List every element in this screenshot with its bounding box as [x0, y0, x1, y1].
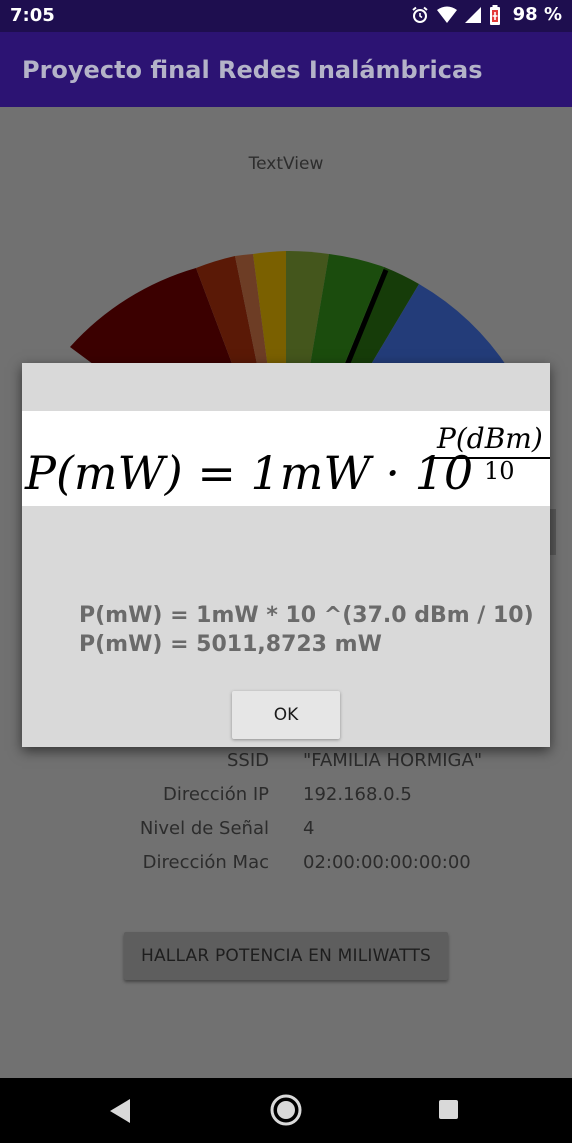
formula-numerator: P(dBm) [436, 422, 543, 455]
status-bar: 7:05 98 % [0, 0, 572, 32]
info-row-signal: Nivel de Señal 4 [0, 818, 572, 848]
formula-denominator: 10 [484, 457, 515, 485]
formula-graphic: P(mW) = 1mW · 10 P(dBm) 10 [24, 422, 550, 500]
back-icon[interactable] [108, 1098, 132, 1124]
result-dialog: P(mW) = 1mW · 10 P(dBm) 10 P(mW) = 1mW *… [22, 363, 550, 747]
app-title: Proyecto final Redes Inalámbricas [22, 56, 483, 84]
signal-icon [464, 6, 481, 23]
info-label: Dirección IP [162, 784, 269, 805]
dialog-line-2: P(mW) = 5011,8723 mW [79, 632, 382, 657]
formula-image: P(mW) = 1mW · 10 P(dBm) 10 [22, 411, 550, 506]
background-widget-edge [550, 509, 556, 555]
formula-lhs: P(mW) = 1mW · 10 [24, 446, 473, 500]
recents-icon[interactable] [439, 1100, 458, 1119]
info-row-ssid: SSID "FAMILIA HORMIGA" [0, 750, 572, 780]
info-row-mac: Dirección Mac 02:00:00:00:00:00 [0, 852, 572, 882]
dialog-message: P(mW) = 1mW * 10 ^(37.0 dBm / 10) P(mW) … [79, 601, 534, 659]
battery-percent: 98 % [512, 4, 562, 25]
status-icons: 98 % [411, 4, 562, 25]
find-milliwatts-button[interactable]: HALLAR POTENCIA EN MILIWATTS [124, 932, 448, 980]
info-row-ip: Dirección IP 192.168.0.5 [0, 784, 572, 814]
alarm-icon [412, 6, 428, 23]
nav-bar [0, 1078, 572, 1143]
info-label: Dirección Mac [142, 852, 269, 873]
info-label: Nivel de Señal [139, 818, 269, 839]
wifi-icon [436, 6, 457, 23]
info-value: 4 [303, 818, 315, 839]
info-value: "FAMILIA HORMIGA" [303, 750, 483, 771]
info-value: 192.168.0.5 [303, 784, 412, 805]
dialog-line-1: P(mW) = 1mW * 10 ^(37.0 dBm / 10) [79, 603, 534, 628]
info-value: 02:00:00:00:00:00 [303, 852, 471, 873]
info-label: SSID [226, 750, 269, 771]
ok-button[interactable]: OK [232, 691, 340, 739]
battery-icon [489, 4, 500, 25]
status-time: 7:05 [10, 5, 55, 26]
home-icon[interactable] [269, 1093, 303, 1127]
app-bar: Proyecto final Redes Inalámbricas [0, 32, 572, 107]
